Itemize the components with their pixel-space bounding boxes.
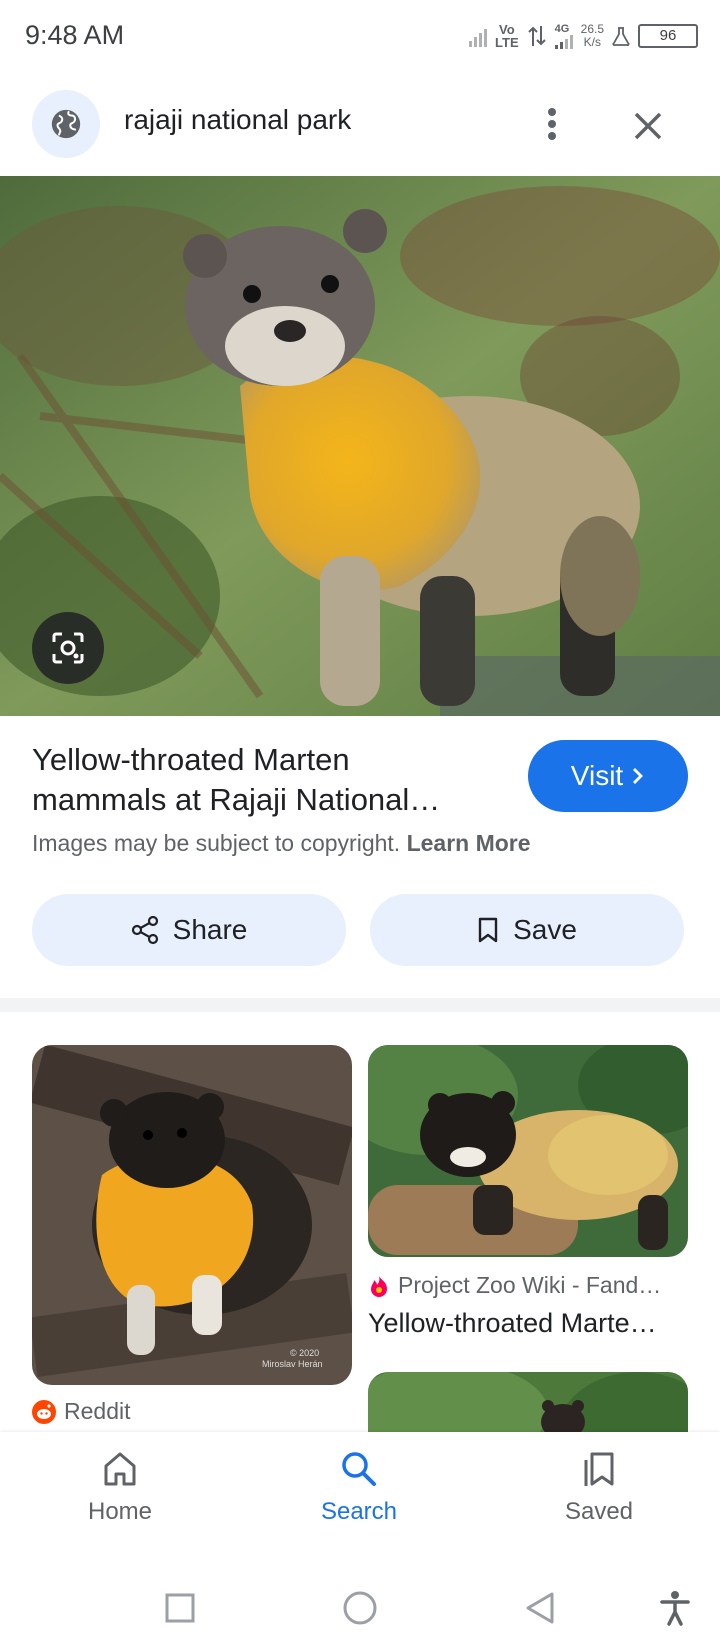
close-button[interactable] [624,102,672,150]
nav-home-label: Home [87,1498,153,1525]
section-divider [0,998,720,1012]
related-caption-2[interactable]: Yellow-throated Marte… [368,1308,657,1339]
nav-search[interactable]: Search [279,1450,439,1526]
square-icon [165,1593,195,1623]
nav-home[interactable]: Home [40,1450,200,1526]
share-label: Share [172,914,248,945]
source-name: Project Zoo Wiki - Fand… [398,1272,662,1298]
globe-icon [51,109,81,139]
accessibility-button[interactable] [655,1588,695,1628]
related-image-1[interactable]: © 2020 Miroslav Herán [32,1045,352,1385]
status-time: 9:48 AM [25,20,125,50]
marten-thumbnail-2 [368,1045,688,1257]
fandom-icon [371,1275,387,1297]
more-vert-icon [548,108,556,140]
home-icon [104,1452,136,1486]
chevron-right-icon [633,768,644,784]
back-triangle-icon [526,1592,554,1624]
back-button[interactable] [520,1588,560,1628]
battery-indicator: 96 [638,24,698,48]
nav-saved[interactable]: Saved [519,1450,679,1526]
accessibility-icon [660,1591,690,1626]
search-header: rajaji national park [0,72,720,176]
nav-search-label: Search [320,1498,398,1525]
related-source-2[interactable]: Project Zoo Wiki - Fand… [368,1272,661,1299]
lens-icon [52,632,84,664]
visit-label: Visit [570,760,624,791]
signal-icon [469,25,488,47]
learn-more-link[interactable]: Learn More [407,830,531,856]
nav-saved-label: Saved [564,1498,634,1525]
result-title[interactable]: Yellow-throated Marten mammals at Rajaji… [32,740,472,820]
more-options-button[interactable] [530,102,574,146]
search-icon [342,1452,376,1486]
network-type: 4G [554,23,573,49]
result-image[interactable] [0,176,720,716]
search-query[interactable]: rajaji national park [124,104,351,136]
circle-icon [343,1591,377,1625]
signal-icon-secondary [554,35,573,49]
bookmark-icon [478,917,498,943]
flask-icon [612,27,630,46]
save-label: Save [513,914,577,945]
bottom-navigation: Home Search Saved [0,1432,720,1574]
save-button[interactable]: Save [370,894,684,966]
source-name: Reddit [64,1398,131,1424]
copyright-text: Images may be subject to copyright. [32,830,401,856]
copyright-notice: Images may be subject to copyright. Lear… [32,830,531,857]
site-globe-button[interactable] [32,90,100,158]
share-icon [131,915,158,945]
network-speed: 26.5 K/s [580,22,604,49]
visit-button[interactable]: Visit [528,740,688,812]
marten-thumbnail-1: © 2020 Miroslav Herán [32,1045,352,1385]
status-bar: 9:48 AM Vo LTE 4G 26.5 K/s 96 [0,0,720,72]
home-system-button[interactable] [340,1588,380,1628]
watermark-author: Miroslav Herán [262,1359,323,1369]
status-icons: Vo LTE 4G 26.5 K/s 96 [469,20,698,52]
watermark-year: © 2020 [290,1348,319,1358]
data-transfer-icon [527,26,546,46]
system-navigation [0,1574,720,1640]
related-source-1[interactable]: Reddit [32,1398,130,1425]
close-icon [634,112,662,140]
saved-icon [584,1452,614,1486]
marten-photo [0,176,720,716]
recents-button[interactable] [160,1588,200,1628]
share-button[interactable]: Share [32,894,346,966]
related-image-2[interactable] [368,1045,688,1257]
google-lens-button[interactable] [32,612,104,684]
reddit-icon [32,1399,56,1424]
volte-indicator: Vo LTE [495,22,519,50]
